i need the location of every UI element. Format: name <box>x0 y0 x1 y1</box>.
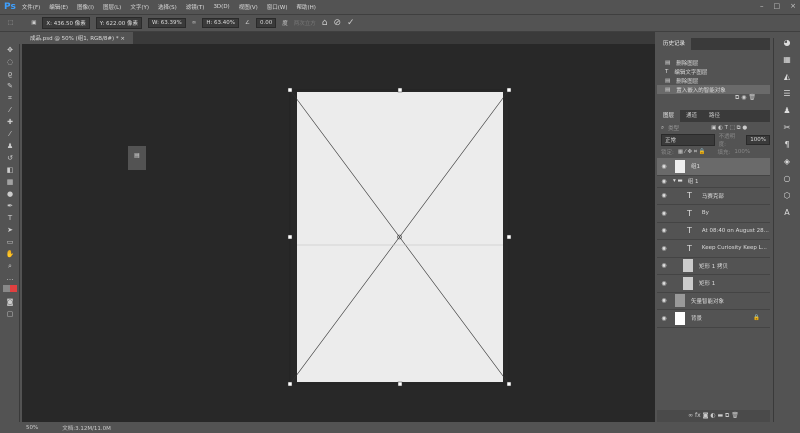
layers-list: ◉ 组1 ◉ ▾ ▬ 组 1 ◉ T 马赛克部 ◉ T By ◉ T At 08:40 on Au… <box>657 158 770 328</box>
status-bar: 50% 文档:3.12M/11.0M <box>0 422 655 433</box>
paragraph-icon[interactable]: ¶ <box>774 140 800 157</box>
folder-icon: ▾ ▬ <box>673 178 683 184</box>
doc-size: 文档:3.12M/11.0M <box>62 425 111 432</box>
new-document-icon[interactable]: ⧉ <box>735 94 739 101</box>
3d-icon[interactable]: ⬡ <box>774 191 800 208</box>
history-item[interactable]: ▤ 删除图层 <box>657 58 770 67</box>
history-item[interactable]: T 编辑文字图层 <box>657 67 770 76</box>
visibility-eye-icon[interactable]: ◉ <box>657 227 671 234</box>
tab-layers[interactable]: 图层 <box>657 110 681 122</box>
layer-row[interactable]: ◉ 矩形 1 拷贝 <box>657 258 770 275</box>
visibility-eye-icon[interactable]: ◉ <box>657 192 671 199</box>
shape-thumbnail <box>683 259 693 273</box>
layer-row[interactable]: ◉ T Keep Curiosity Keep L... <box>657 240 770 258</box>
lock-icon: 🔒 <box>753 315 760 322</box>
lock-icons[interactable]: ▦ ⁄ ✥ ⌗ 🔒 <box>678 149 706 156</box>
lock-label: 锁定: <box>661 150 674 156</box>
layer-row[interactable]: ◉ ▾ ▬ 组 1 <box>657 176 770 188</box>
history-tab[interactable]: 历史记录 <box>657 38 692 50</box>
smart-object-thumbnail <box>675 294 685 308</box>
opacity-label: 不透明度: <box>718 134 736 148</box>
properties-icon[interactable]: ☰ <box>774 89 800 106</box>
layer-row[interactable]: ◉ 背景 🔒 <box>657 310 770 328</box>
visibility-eye-icon[interactable]: ◉ <box>657 210 671 217</box>
visibility-eye-icon[interactable]: ◉ <box>657 297 671 304</box>
tab-paths[interactable]: 路径 <box>703 110 726 122</box>
fill-label: 填充: <box>717 150 731 156</box>
history-panel-header: 历史记录 <box>657 38 770 50</box>
layer-row[interactable]: ◉ 组1 <box>657 158 770 176</box>
type-layer-icon: T <box>687 191 692 201</box>
layers-footer-buttons[interactable]: ∞ fx ◙ ◐ ▬ ⧉ 🗑 <box>657 410 770 422</box>
history-item[interactable]: ▤ 删除图层 <box>657 76 770 85</box>
opacity-field[interactable]: 100% <box>746 135 770 145</box>
layer-row[interactable]: ◉ T By <box>657 205 770 223</box>
layer-row[interactable]: ◉ T At 08:40 on August 28... <box>657 223 770 240</box>
zoom-level[interactable]: 50% <box>26 425 38 431</box>
visibility-eye-icon[interactable]: ◉ <box>657 178 671 185</box>
document-icon: ▤ <box>665 77 671 84</box>
layers-tabs: 图层 通道 路径 <box>657 110 770 122</box>
type-icon: T <box>665 68 669 75</box>
search-icon: ⌕ <box>661 124 665 131</box>
history-item-selected[interactable]: ▤ 置入嵌入的智能对象 <box>657 85 770 94</box>
swatches-icon[interactable]: ▦ <box>774 55 800 72</box>
blend-mode-select[interactable]: 正常 <box>661 134 715 146</box>
smart-object-thumbnail <box>675 159 685 173</box>
visibility-eye-icon[interactable]: ◉ <box>657 315 671 322</box>
panel-icon-strip: ◕ ▦ ◭ ☰ ♟ ✂ ¶ ◈ ○ ⬡ A <box>773 38 800 422</box>
document-icon: ▤ <box>665 86 671 93</box>
snapshot-icon[interactable]: ◉ <box>741 94 746 101</box>
type-layer-icon: T <box>687 208 692 218</box>
layer-row[interactable]: ◉ T 马赛克部 <box>657 188 770 205</box>
character-icon[interactable]: ◈ <box>774 157 800 174</box>
rotate-icon[interactable]: ○ <box>774 174 800 191</box>
visibility-eye-icon[interactable]: ◉ <box>657 163 671 170</box>
tools-preset-icon[interactable]: ✂ <box>774 123 800 140</box>
history-actions: ⧉ ◉ 🗑 <box>657 94 770 104</box>
layer-row[interactable]: ◉ 矩形 1 <box>657 275 770 293</box>
layer-row[interactable]: ◉ 矢量智能对象 <box>657 293 770 310</box>
shape-thumbnail <box>683 276 693 290</box>
filter-type-select[interactable]: 类型 <box>668 124 679 132</box>
trash-icon[interactable]: 🗑 <box>748 94 756 101</box>
visibility-eye-icon[interactable]: ◉ <box>657 262 671 269</box>
adjustments-icon[interactable]: ◭ <box>774 72 800 89</box>
visibility-eye-icon[interactable]: ◉ <box>657 245 671 252</box>
tab-channels[interactable]: 通道 <box>680 110 703 122</box>
color-icon[interactable]: ◕ <box>774 38 800 55</box>
type-layer-icon: T <box>687 226 692 236</box>
clone-source-icon[interactable]: ♟ <box>774 106 800 123</box>
document-icon: ▤ <box>665 59 671 66</box>
type-layer-icon: T <box>687 243 692 253</box>
fill-field[interactable]: 100% <box>734 149 750 155</box>
right-panels: 历史记录 ▤ 删除图层 T 编辑文字图层 ▤ 删除图层 ▤ 置入嵌入的智能对象 ⧉ ◉ … <box>657 38 770 422</box>
filter-icons[interactable]: ▣ ◐ T ⬚ ⧉ ● <box>711 125 747 132</box>
visibility-eye-icon[interactable]: ◉ <box>657 280 671 287</box>
background-thumbnail <box>675 311 685 325</box>
glyphs-icon[interactable]: A <box>774 208 800 225</box>
